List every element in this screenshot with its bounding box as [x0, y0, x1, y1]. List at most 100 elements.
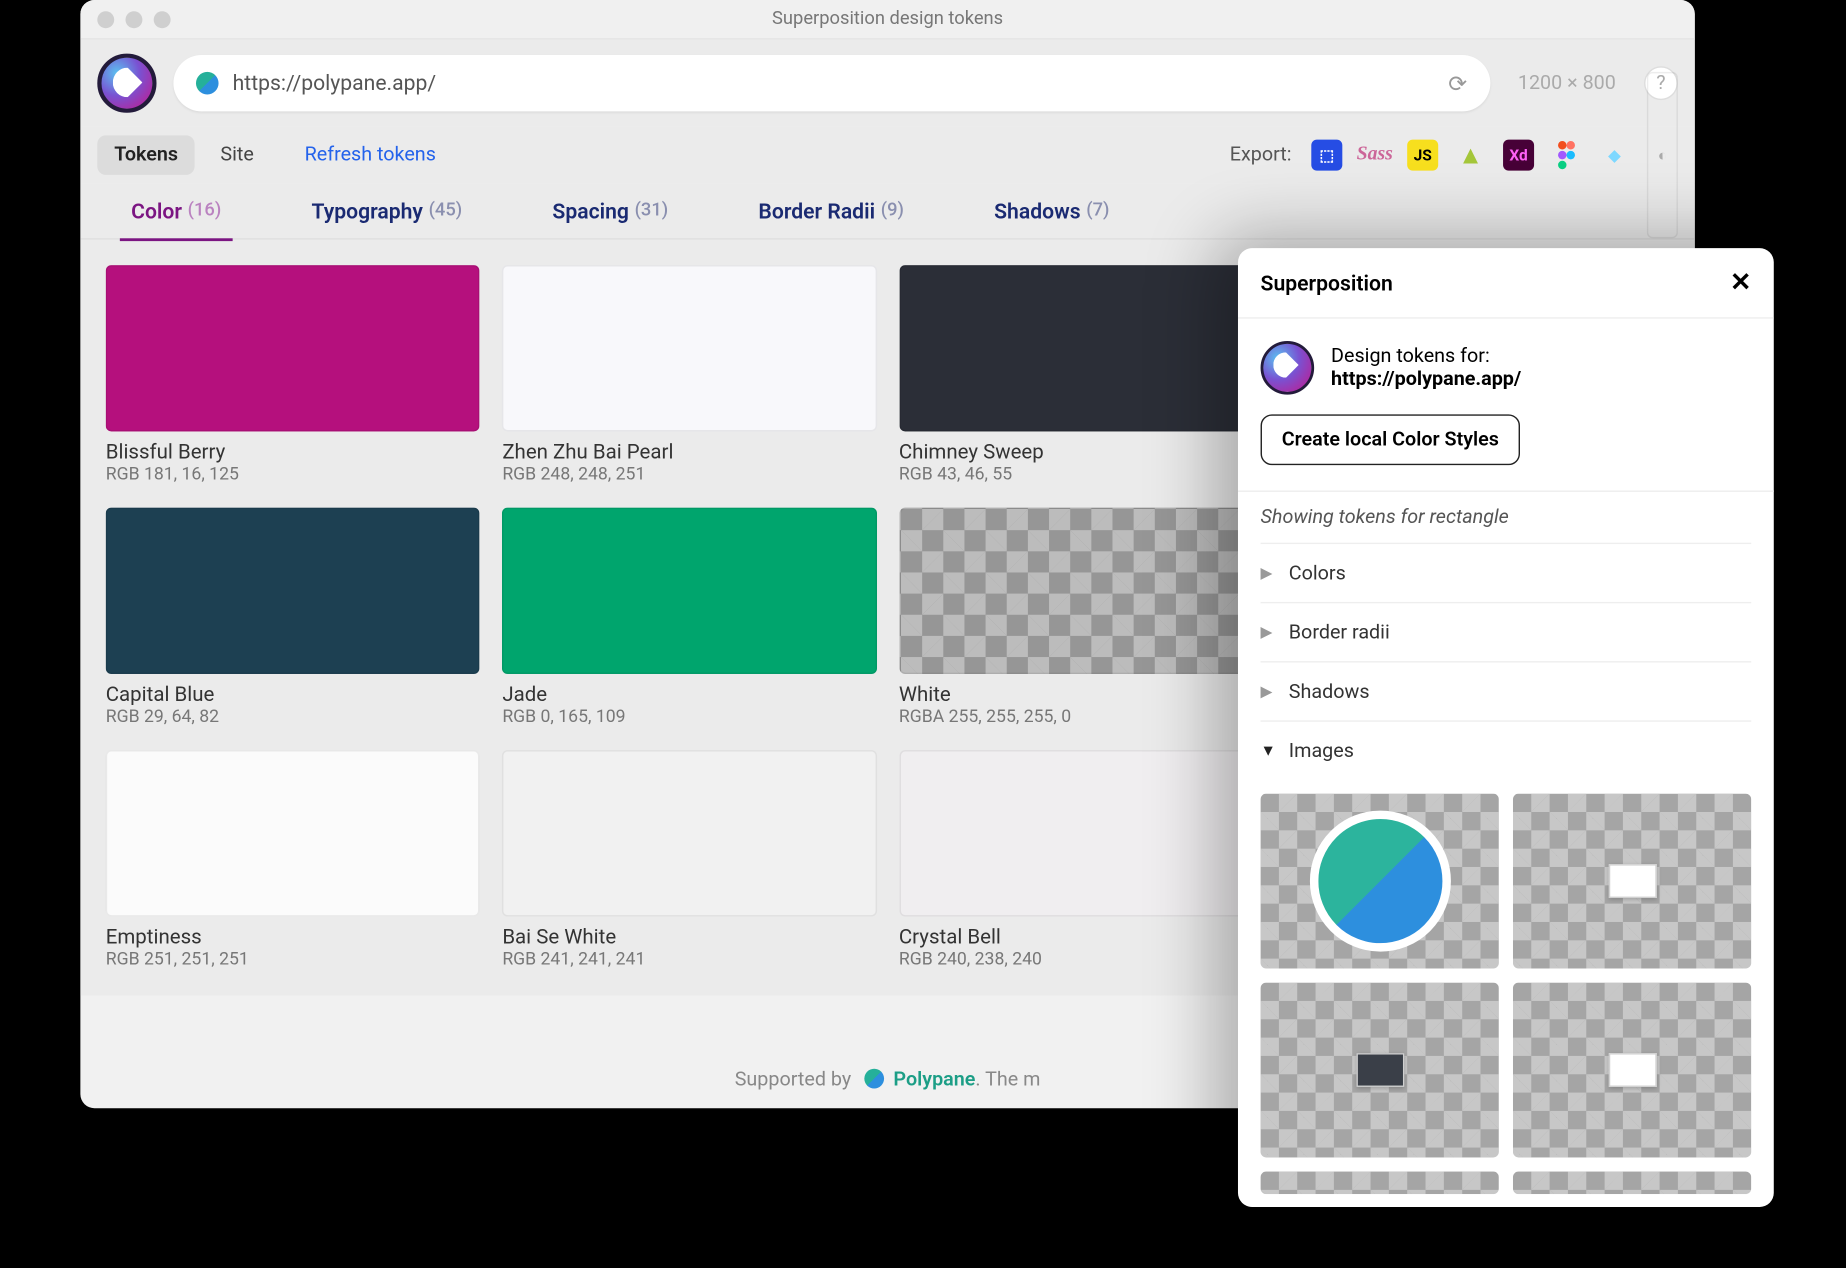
image-thumb[interactable]: [1261, 1172, 1499, 1195]
swatch-value: RGB 240, 238, 240: [899, 949, 1273, 970]
tab-border-label: Border Radii: [758, 198, 875, 223]
tab-border-radii[interactable]: Border Radii (9): [758, 183, 903, 239]
color-swatch[interactable]: WhiteRGBA 255, 255, 255, 0: [899, 508, 1273, 728]
swatch-color: [106, 750, 480, 916]
footer-rest: . The m: [975, 1069, 1040, 1092]
swatch-color: [899, 508, 1273, 674]
footer-supported: Supported by: [735, 1069, 851, 1092]
swatch-name: Crystal Bell: [899, 925, 1273, 949]
showing-tokens-label: Showing tokens for rectangle: [1261, 506, 1752, 529]
tokens-for-address: https://polypane.app/: [1331, 368, 1521, 391]
color-swatch[interactable]: Crystal BellRGB 240, 238, 240: [899, 750, 1273, 970]
accordion-shadows[interactable]: ▶ Shadows: [1261, 661, 1752, 720]
swatch-name: Blissful Berry: [106, 440, 480, 464]
panel-logo-icon: [1261, 341, 1315, 395]
export-css-icon[interactable]: ⬚: [1311, 140, 1342, 171]
swatch-value: RGB 0, 165, 109: [502, 706, 876, 727]
image-thumb[interactable]: [1261, 794, 1499, 969]
panel-header: Superposition ✕: [1238, 248, 1774, 319]
create-color-styles-button[interactable]: Create local Color Styles: [1261, 415, 1521, 466]
chevron-down-icon: ▼: [1261, 742, 1275, 760]
chevron-right-icon: ▶: [1261, 623, 1275, 641]
swatch-name: Bai Se White: [502, 925, 876, 949]
panel-title: Superposition: [1261, 270, 1393, 295]
url-bar[interactable]: https://polypane.app/ ⟳: [173, 55, 1489, 111]
color-swatch[interactable]: JadeRGB 0, 165, 109: [502, 508, 876, 728]
export-sass-icon[interactable]: Sass: [1359, 140, 1390, 171]
tab-spacing-label: Spacing: [552, 198, 629, 223]
accordion-border-label: Border radii: [1289, 621, 1390, 644]
tab-typography-label: Typography: [311, 198, 422, 223]
swatch-value: RGB 251, 251, 251: [106, 949, 480, 970]
accordion-colors[interactable]: ▶ Colors: [1261, 543, 1752, 602]
tab-typography[interactable]: Typography (45): [311, 183, 462, 239]
window-title: Superposition design tokens: [80, 8, 1694, 29]
close-panel-icon[interactable]: ✕: [1730, 268, 1751, 298]
swatch-value: RGB 248, 248, 251: [502, 464, 876, 485]
export-figma-icon[interactable]: [1551, 140, 1582, 171]
image-thumb[interactable]: [1513, 794, 1751, 969]
image-thumb[interactable]: [1513, 1172, 1751, 1195]
polypane-icon: [865, 1069, 885, 1089]
tab-color-count: (16): [188, 200, 222, 221]
accordion-colors-label: Colors: [1289, 562, 1346, 585]
preview-image: [1356, 1053, 1404, 1087]
swatch-value: RGBA 255, 255, 255, 0: [899, 706, 1273, 727]
export-sketch-icon[interactable]: ◆: [1599, 140, 1630, 171]
segment-tokens[interactable]: Tokens: [97, 135, 195, 174]
swatch-value: RGB 29, 64, 82: [106, 706, 480, 727]
app-logo-icon: [97, 54, 156, 113]
swatch-name: Capital Blue: [106, 682, 480, 706]
color-swatch[interactable]: EmptinessRGB 251, 251, 251: [106, 750, 480, 970]
swatch-name: Zhen Zhu Bai Pearl: [502, 440, 876, 464]
image-thumb[interactable]: [1513, 983, 1751, 1158]
swatch-name: Chimney Sweep: [899, 440, 1273, 464]
swatch-color: [899, 750, 1273, 916]
tab-color[interactable]: Color (16): [131, 183, 221, 239]
tab-shadows[interactable]: Shadows (7): [994, 183, 1109, 239]
chevron-right-icon: ▶: [1261, 564, 1275, 582]
url-input[interactable]: https://polypane.app/: [233, 71, 1434, 96]
export-android-icon[interactable]: ▲: [1455, 140, 1486, 171]
figma-panel: Superposition ✕ Design tokens for: https…: [1238, 248, 1774, 1207]
export-js-icon[interactable]: JS: [1407, 140, 1438, 171]
accordion-images-label: Images: [1289, 740, 1354, 763]
color-swatch[interactable]: Chimney SweepRGB 43, 46, 55: [899, 265, 1273, 485]
export-xd-icon[interactable]: Xd: [1503, 140, 1534, 171]
swatch-color: [502, 508, 876, 674]
accordion-border-radii[interactable]: ▶ Border radii: [1261, 602, 1752, 661]
export-label: Export:: [1230, 144, 1292, 167]
tab-border-count: (9): [881, 200, 904, 221]
tab-shadows-label: Shadows: [994, 198, 1080, 223]
panel-logo-row: Design tokens for: https://polypane.app/: [1261, 341, 1752, 395]
tab-color-label: Color: [131, 198, 182, 223]
export-icons: ⬚ Sass JS ▲ Xd ◆ ◐: [1311, 72, 1678, 238]
tokens-for-label: Design tokens for:: [1331, 345, 1521, 368]
swatch-color: [106, 508, 480, 674]
export-swift-icon[interactable]: ◐: [1647, 72, 1678, 238]
swatch-name: White: [899, 682, 1273, 706]
accordion-shadows-label: Shadows: [1289, 680, 1370, 703]
segment-row: Tokens Site Refresh tokens Export: ⬚ Sas…: [80, 127, 1694, 183]
tab-spacing[interactable]: Spacing (31): [552, 183, 668, 239]
swatch-color: [502, 750, 876, 916]
preview-image: [1608, 1053, 1656, 1087]
refresh-tokens-link[interactable]: Refresh tokens: [305, 144, 436, 167]
image-thumb[interactable]: [1261, 983, 1499, 1158]
color-swatch[interactable]: Zhen Zhu Bai PearlRGB 248, 248, 251: [502, 265, 876, 485]
tab-typography-count: (45): [429, 200, 463, 221]
tab-spacing-count: (31): [635, 200, 669, 221]
swatch-color: [502, 265, 876, 431]
images-grid: [1261, 794, 1752, 1194]
color-swatch[interactable]: Bai Se WhiteRGB 241, 241, 241: [502, 750, 876, 970]
swatch-name: Emptiness: [106, 925, 480, 949]
tab-shadows-count: (7): [1086, 200, 1109, 221]
color-swatch[interactable]: Capital BlueRGB 29, 64, 82: [106, 508, 480, 728]
favicon-icon: [196, 72, 219, 95]
color-swatch[interactable]: Blissful BerryRGB 181, 16, 125: [106, 265, 480, 485]
footer-polypane-link[interactable]: Polypane: [893, 1069, 975, 1092]
titlebar: Superposition design tokens: [80, 0, 1694, 39]
segment-site[interactable]: Site: [203, 135, 270, 174]
accordion-images[interactable]: ▼ Images: [1261, 721, 1752, 780]
swatch-color: [899, 265, 1273, 431]
